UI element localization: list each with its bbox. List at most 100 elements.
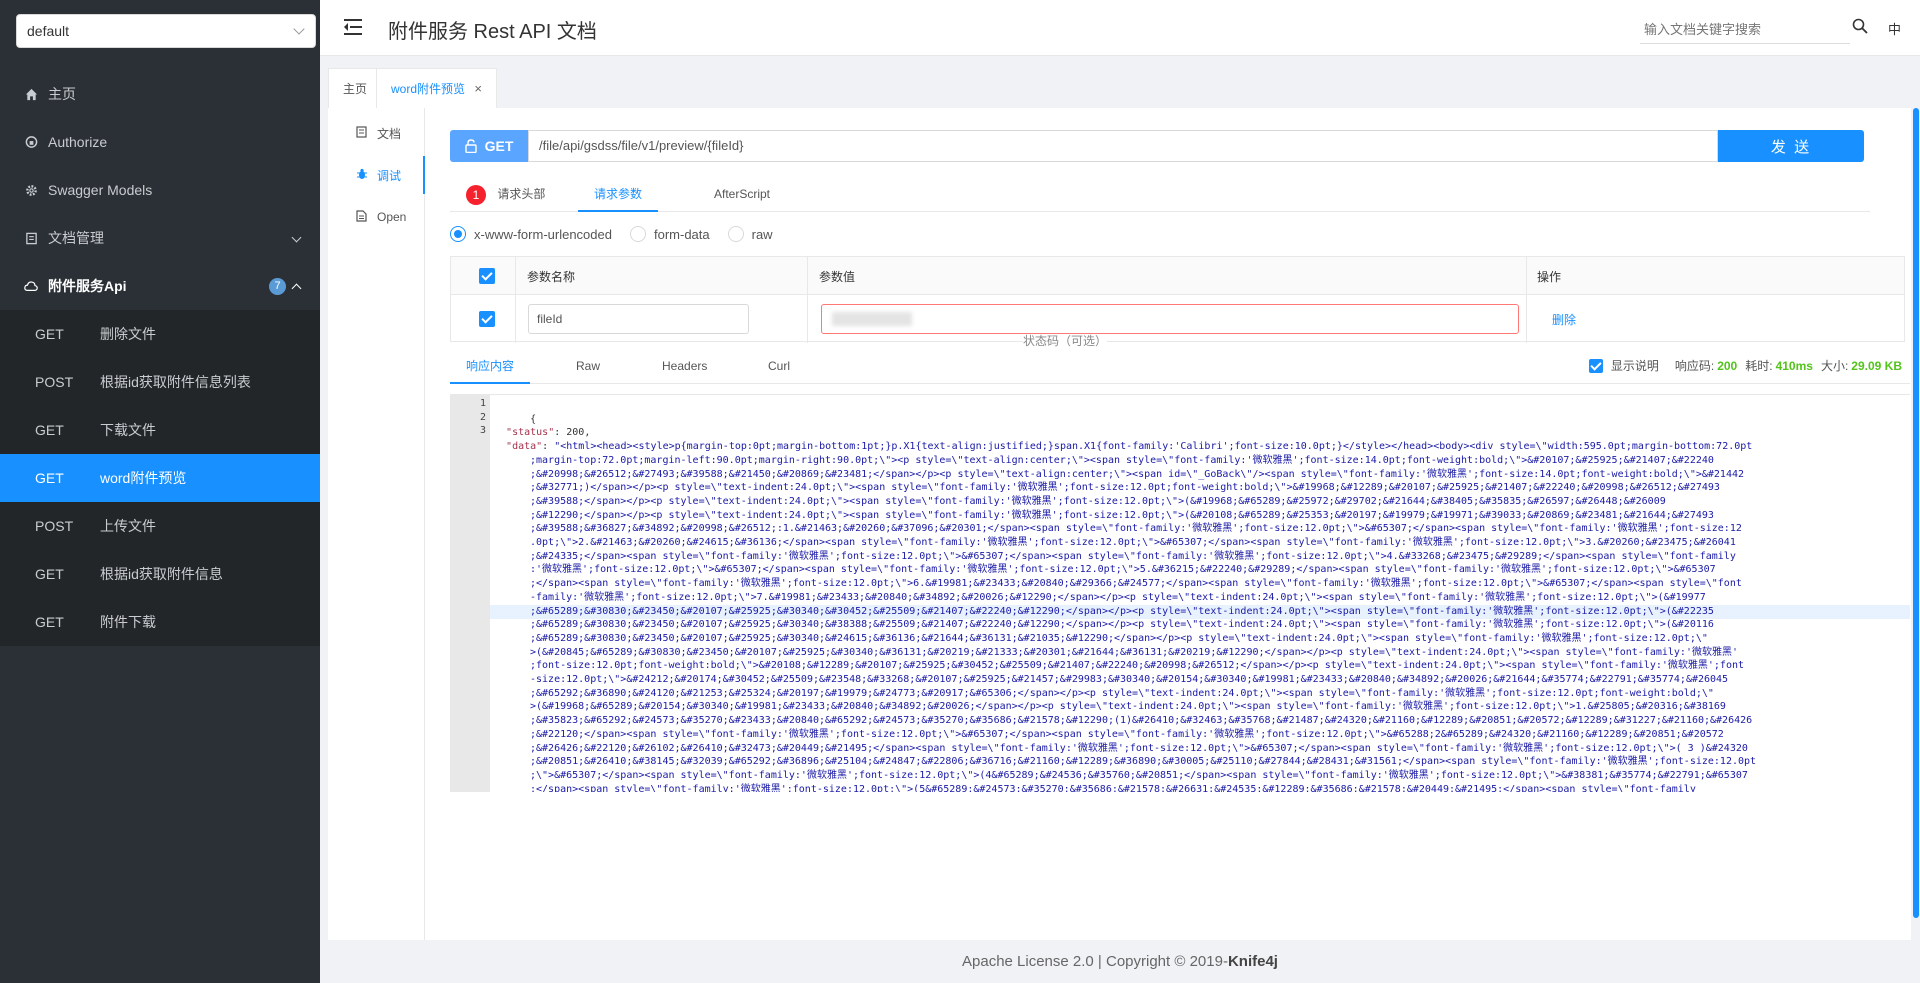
tab-response-content[interactable]: 响应内容 bbox=[450, 348, 531, 384]
group-select[interactable]: default bbox=[16, 14, 316, 48]
radio-form-data[interactable]: form-data bbox=[629, 226, 710, 242]
tab-request-params[interactable]: 请求参数 bbox=[578, 176, 659, 212]
time-label: 耗时: bbox=[1745, 359, 1773, 373]
json-key: "data" bbox=[506, 441, 543, 453]
copyright-icon: © bbox=[1174, 953, 1186, 970]
api-method: GET bbox=[35, 422, 64, 438]
api-item-delete-file[interactable]: GET 删除文件 bbox=[0, 310, 320, 358]
footer-brand: Knife4j bbox=[1227, 953, 1278, 970]
tab-word-preview[interactable]: word附件预览 × bbox=[376, 68, 497, 108]
tab-raw[interactable]: Raw bbox=[560, 348, 616, 384]
chevron-up-icon bbox=[291, 283, 302, 294]
send-button[interactable]: 发 送 bbox=[1718, 130, 1864, 162]
api-item-download-file[interactable]: GET 下载文件 bbox=[0, 406, 320, 454]
sidebar-item-home[interactable]: 主页 bbox=[0, 70, 320, 118]
tab-label: 请求参数 bbox=[594, 187, 643, 201]
api-method: GET bbox=[35, 470, 64, 486]
tab-label: 请求头部 bbox=[497, 187, 546, 201]
line-gutter: 1 2 3 bbox=[450, 395, 490, 792]
json-string-line: ;&#65292;&#36890;&#24120;&#21253;&#25324… bbox=[530, 687, 1714, 699]
line-number: 2 bbox=[479, 412, 486, 423]
param-table-header: 参数名称 参数值 操作 bbox=[451, 257, 1904, 295]
api-label: 下载文件 bbox=[100, 422, 156, 438]
select-all-checkbox[interactable] bbox=[479, 268, 495, 284]
close-icon[interactable]: × bbox=[474, 81, 482, 96]
json-string-line: ;font-size:12.0pt;font-weight:bold;\">&#… bbox=[530, 660, 1744, 672]
radio-raw[interactable]: raw bbox=[727, 226, 773, 242]
response-meta: 显示说明 响应码: 200 耗时: 410ms 大小: 29.09 KB bbox=[1588, 357, 1902, 374]
line-number: 1 bbox=[479, 398, 486, 409]
json-string-line: >(&#20845;&#65289;&#30830;&#23450;&#2010… bbox=[530, 646, 1738, 658]
sidebar-item-label: Swagger Models bbox=[48, 182, 153, 198]
redacted-value bbox=[832, 312, 912, 326]
status-label: 响应码: bbox=[1674, 359, 1715, 373]
line-number: 3 bbox=[479, 425, 486, 436]
response-code-editor[interactable]: 1 2 3 { "status": 200, "data": "<html><h… bbox=[450, 394, 1910, 792]
document-icon bbox=[356, 125, 370, 141]
chevron-down-icon bbox=[291, 232, 302, 243]
table-row: fileId 删除 bbox=[451, 295, 1904, 343]
tab-label: Curl bbox=[768, 359, 791, 373]
tab-after-script[interactable]: AfterScript bbox=[698, 176, 786, 212]
param-table: 参数名称 参数值 操作 fileId 删除 bbox=[450, 256, 1905, 343]
language-toggle[interactable]: 中 bbox=[1888, 19, 1901, 38]
json-string-line: ;&#32771;)</span></p><p style=\"text-ind… bbox=[530, 482, 1720, 494]
api-item-upload-file[interactable]: POST 上传文件 bbox=[0, 502, 320, 550]
api-item-word-preview[interactable]: GET word附件预览 bbox=[0, 454, 320, 502]
api-count-badge: 7 bbox=[269, 278, 286, 295]
size-label: 大小: bbox=[1820, 359, 1849, 373]
param-name-input[interactable]: fileId bbox=[528, 304, 749, 334]
tab-request-headers[interactable]: 1 请求头部 bbox=[450, 176, 561, 212]
show-desc-checkbox[interactable] bbox=[1588, 358, 1603, 373]
radio-urlencoded[interactable]: x-www-form-urlencoded bbox=[450, 226, 612, 242]
tab-curl[interactable]: Curl bbox=[752, 348, 806, 384]
tab-debug[interactable]: 调试 bbox=[328, 156, 425, 194]
response-time: 410ms bbox=[1775, 358, 1813, 373]
scrollbar[interactable] bbox=[1913, 108, 1919, 918]
api-item-info-by-id[interactable]: GET 根据id获取附件信息 bbox=[0, 550, 320, 598]
json-line: "status": 200, bbox=[506, 427, 591, 439]
json-string-line: ;margin-top:72.0pt;margin-left:90.0pt;ma… bbox=[530, 454, 1714, 466]
radio-dot bbox=[629, 226, 646, 242]
radio-label: form-data bbox=[653, 226, 710, 242]
json-string-line: ;&#20998;&#26512;&#27493;&#39588;&#21450… bbox=[530, 468, 1744, 480]
tab-headers[interactable]: Headers bbox=[646, 348, 723, 384]
json-string-line: -size:12.0pt;\">&#24212;&#20174;&#30452;… bbox=[530, 674, 1729, 686]
gear-icon bbox=[24, 183, 38, 197]
tab-home[interactable]: 主页 bbox=[328, 68, 383, 108]
sidebar-item-attachment-api[interactable]: 附件服务Api 7 bbox=[0, 262, 320, 310]
content-type-radios: x-www-form-urlencoded form-data raw bbox=[450, 223, 791, 245]
tab-label: word附件预览 bbox=[391, 82, 466, 96]
bug-icon bbox=[356, 168, 370, 183]
radio-dot bbox=[450, 226, 466, 242]
request-tabs: 1 请求头部 请求参数 AfterScript bbox=[450, 176, 1870, 212]
url-input[interactable]: /file/api/gsdss/file/v1/preview/{fileId} bbox=[528, 130, 1718, 162]
sidebar-item-swagger-models[interactable]: Swagger Models bbox=[0, 166, 320, 214]
delete-param-link[interactable]: 删除 bbox=[1552, 311, 1576, 328]
lock-icon bbox=[24, 135, 38, 149]
sidebar-item-doc-manage[interactable]: 文档管理 bbox=[0, 214, 320, 262]
tab-open[interactable]: Open bbox=[328, 198, 425, 236]
api-item-list-by-id[interactable]: POST 根据id获取附件信息列表 bbox=[0, 358, 320, 406]
json-string-line: ;</span><span style=\"font-family:'微软雅黑'… bbox=[530, 783, 1696, 792]
menu-fold-icon[interactable] bbox=[344, 19, 362, 35]
doc-side-tabs: 文档 调试 Open bbox=[328, 108, 425, 940]
http-method[interactable]: GET bbox=[450, 130, 528, 162]
json-string-line: ;\">&#65307;</span><span style=\"font-fa… bbox=[530, 769, 1748, 781]
tab-label: Open bbox=[377, 210, 407, 224]
main-content: 文档 调试 Open GET /file/api/gsdss/file/v1/p… bbox=[328, 108, 1911, 940]
sidebar-item-authorize[interactable]: Authorize bbox=[0, 118, 320, 166]
page-title: 附件服务 Rest API 文档 bbox=[388, 21, 597, 43]
json-string-line: ;</span><span style=\"font-family:'微软雅黑'… bbox=[530, 578, 1742, 590]
json-key: "status" bbox=[506, 427, 555, 439]
row-checkbox[interactable] bbox=[479, 311, 495, 327]
search-input[interactable] bbox=[1640, 16, 1850, 44]
search-icon[interactable] bbox=[1852, 18, 1870, 36]
param-value-input[interactable] bbox=[821, 304, 1519, 334]
api-item-attachment-download[interactable]: GET 附件下载 bbox=[0, 598, 320, 646]
tab-document[interactable]: 文档 bbox=[328, 114, 425, 152]
cloud-icon bbox=[24, 279, 38, 293]
header: 附件服务 Rest API 文档 中 bbox=[320, 0, 1920, 56]
status-code-hint: 状态码（可选） bbox=[1023, 334, 1108, 348]
json-string-line: .0pt;\">2.&#21463;&#20260;&#24615;&#3613… bbox=[530, 537, 1736, 549]
